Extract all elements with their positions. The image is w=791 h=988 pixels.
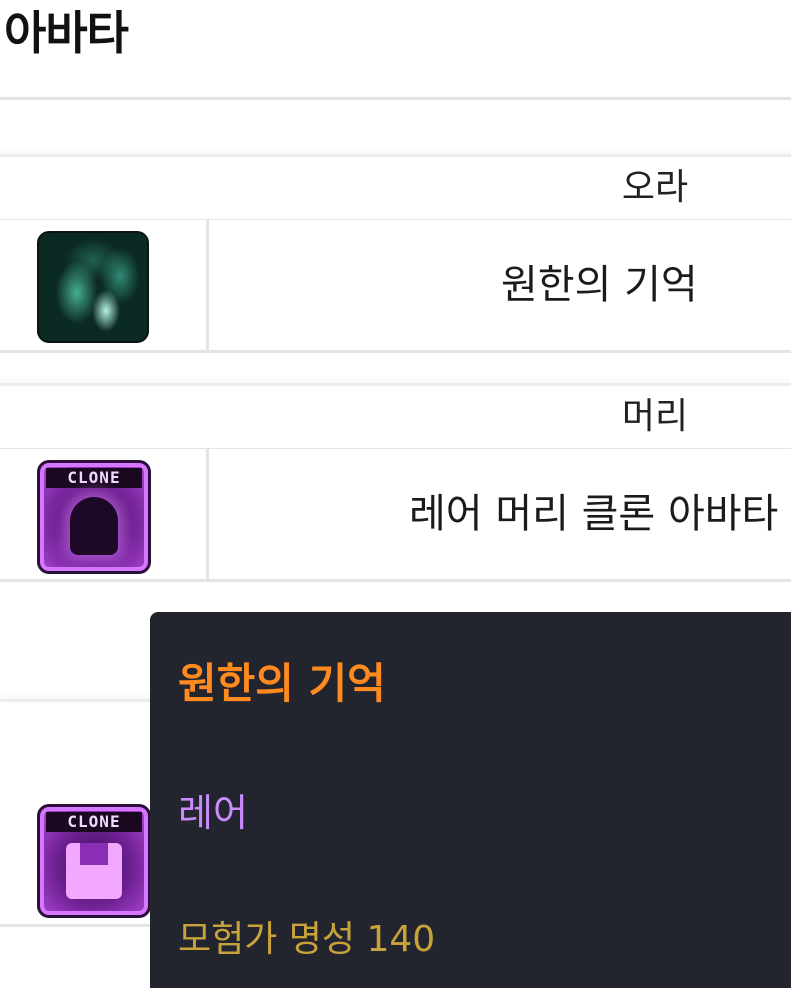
name-cell: 원한의 기억 <box>209 220 791 350</box>
page-title: 아바타 <box>4 6 129 60</box>
item-row-head[interactable]: CLONE 레어 머리 클론 아바타 <box>0 449 791 582</box>
icon-cell <box>0 220 209 350</box>
clone-top-icon[interactable]: CLONE <box>37 804 151 918</box>
section-header-head: 머리 <box>0 383 791 451</box>
head-silhouette <box>70 497 118 555</box>
section-header-label: 오라 <box>621 167 689 208</box>
section-header-aura: 오라 <box>0 154 791 222</box>
item-row-aura[interactable]: 원한의 기억 <box>0 220 791 353</box>
aura-flame-icon[interactable] <box>37 231 149 343</box>
top-glyph <box>66 843 122 899</box>
item-tooltip: 원한의 기억 레어 모험가 명성 140 <box>150 612 791 988</box>
section-header-label: 머리 <box>621 396 689 437</box>
clone-head-icon[interactable]: CLONE <box>37 460 151 574</box>
tooltip-rarity: 레어 <box>178 791 248 835</box>
title-divider <box>0 97 791 100</box>
item-name[interactable]: 원한의 기억 <box>501 220 698 350</box>
clone-label: CLONE <box>46 812 142 832</box>
icon-cell: CLONE <box>0 449 209 579</box>
name-cell: 레어 머리 클론 아바타 <box>209 449 791 579</box>
tooltip-title: 원한의 기억 <box>178 659 386 708</box>
clone-label: CLONE <box>46 468 142 488</box>
item-name[interactable]: 레어 머리 클론 아바타 <box>409 449 778 579</box>
tooltip-fame: 모험가 명성 140 <box>178 919 436 960</box>
